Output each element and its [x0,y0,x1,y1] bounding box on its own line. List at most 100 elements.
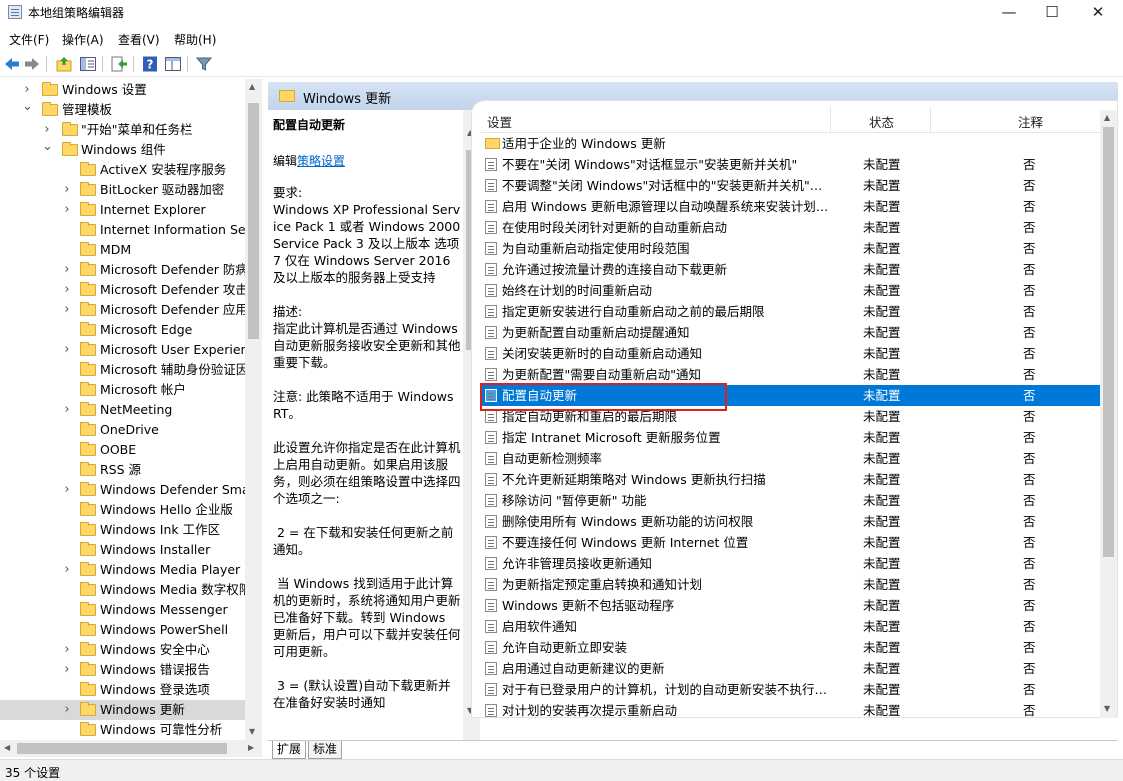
settings-row[interactable]: Windows 更新不包括驱动程序 未配置 否 [480,595,1100,616]
scroll-thumb[interactable] [248,103,259,339]
column-note[interactable]: 注释 [1018,112,1043,131]
collapse-chevron-icon[interactable]: ⌄ [22,100,33,117]
scroll-down-arrow-icon[interactable]: ▼ [249,727,255,736]
settings-row[interactable]: 允许非管理员接收更新通知 未配置 否 [480,553,1100,574]
settings-row[interactable]: 自动更新检测频率 未配置 否 [480,448,1100,469]
tree-item[interactable]: › NetMeeting [0,400,248,420]
expand-chevron-icon[interactable]: › [62,280,72,300]
export-list-icon[interactable] [110,55,128,73]
settings-row[interactable]: 允许自动更新立即安装 未配置 否 [480,637,1100,658]
tree-item[interactable]: › Windows Defender Smar [0,480,248,500]
settings-row[interactable]: 对于有已登录用户的计算机，计划的自动更新安装不执行重... 未配置 否 [480,679,1100,700]
menu-file[interactable]: 文件(F) [9,31,49,48]
settings-row[interactable]: 指定更新安装进行自动重新启动之前的最后期限 未配置 否 [480,301,1100,322]
expand-chevron-icon[interactable]: › [62,700,72,720]
edit-policy-link[interactable]: 策略设置 [297,154,345,168]
settings-row[interactable]: 不要调整"关闭 Windows"对话框中的"安装更新并关机"的默... 未配置 否 [480,175,1100,196]
tree-item[interactable]: › "开始"菜单和任务栏 [0,120,248,140]
tree-item[interactable]: ActiveX 安装程序服务 [0,160,248,180]
settings-row[interactable]: 移除访问 "暂停更新" 功能 未配置 否 [480,490,1100,511]
tree-item[interactable]: OneDrive [0,420,248,440]
tree-item[interactable]: Microsoft 帐户 [0,380,248,400]
tree-item[interactable]: Internet Information Serv [0,220,248,240]
column-separator[interactable] [930,107,931,133]
tree-item[interactable]: Windows Messenger [0,600,248,620]
menu-view[interactable]: 查看(V) [118,31,160,48]
settings-row[interactable]: 不允许更新延期策略对 Windows 更新执行扫描 未配置 否 [480,469,1100,490]
collapse-chevron-icon[interactable]: ⌄ [42,140,53,157]
expand-chevron-icon[interactable]: › [62,340,72,360]
expand-chevron-icon[interactable]: › [62,180,72,200]
expand-chevron-icon[interactable]: › [62,260,72,280]
settings-row[interactable]: 在使用时段关闭针对更新的自动重新启动 未配置 否 [480,217,1100,238]
tree-item[interactable]: › Internet Explorer [0,200,248,220]
expand-chevron-icon[interactable]: › [62,560,72,580]
scroll-up-arrow-icon[interactable]: ▲ [249,82,255,91]
settings-vertical-scrollbar[interactable]: ▲ ▼ [1100,110,1117,718]
tree-item[interactable]: RSS 源 [0,460,248,480]
settings-row[interactable]: 始终在计划的时间重新启动 未配置 否 [480,280,1100,301]
tree-item-selected[interactable]: › Windows 更新 [0,700,248,720]
tree-horizontal-scrollbar[interactable]: ◀ ▶ [0,740,262,757]
tab-extended[interactable]: 扩展 [272,741,307,759]
tree-item[interactable]: Windows Ink 工作区 [0,520,248,540]
tree-item[interactable]: Windows 可靠性分析 [0,720,248,740]
tree-item[interactable]: Windows Hello 企业版 [0,500,248,520]
maximize-button[interactable]: ☐ [1029,0,1075,26]
expand-chevron-icon[interactable]: › [62,640,72,660]
tree-item[interactable]: › BitLocker 驱动器加密 [0,180,248,200]
settings-row[interactable]: 为自动重新启动指定使用时段范围 未配置 否 [480,238,1100,259]
tree-item[interactable]: › Windows Media Player [0,560,248,580]
scroll-down-arrow-icon[interactable]: ▼ [1104,704,1110,713]
tree-item[interactable]: ⌄ 管理模板 [0,100,248,120]
expand-chevron-icon[interactable]: › [62,400,72,420]
settings-row[interactable]: 删除使用所有 Windows 更新功能的访问权限 未配置 否 [480,511,1100,532]
expand-chevron-icon[interactable]: › [62,300,72,320]
scroll-thumb[interactable] [1103,127,1114,557]
tree-item[interactable]: › Microsoft User Experienc [0,340,248,360]
settings-row[interactable]: 为更新指定预定重启转换和通知计划 未配置 否 [480,574,1100,595]
tree-item[interactable]: Windows Media 数字权限 [0,580,248,600]
forward-arrow-icon[interactable] [23,55,41,73]
column-state[interactable]: 状态 [869,112,894,131]
tree-item[interactable]: Windows Installer [0,540,248,560]
settings-row[interactable]: 启用软件通知 未配置 否 [480,616,1100,637]
scroll-thumb[interactable] [17,743,227,754]
settings-row[interactable]: 启用 Windows 更新电源管理以自动唤醒系统来安装计划的... 未配置 否 [480,196,1100,217]
settings-row[interactable]: 允许通过按流量计费的连接自动下载更新 未配置 否 [480,259,1100,280]
expand-chevron-icon[interactable]: › [22,80,32,100]
up-folder-icon[interactable] [55,55,73,73]
help-icon[interactable]: ? [141,55,159,73]
scroll-up-arrow-icon[interactable]: ▲ [1104,113,1110,122]
tree-item[interactable]: Microsoft 辅助身份验证因 [0,360,248,380]
tree-item[interactable]: › Windows 设置 [0,80,248,100]
expand-chevron-icon[interactable]: › [42,120,52,140]
column-separator[interactable] [830,107,831,133]
settings-row[interactable]: 启用通过自动更新建议的更新 未配置 否 [480,658,1100,679]
scroll-left-arrow-icon[interactable]: ◀ [4,743,10,752]
column-setting[interactable]: 设置 [487,112,512,131]
menu-action[interactable]: 操作(A) [62,31,104,48]
tree-item[interactable]: MDM [0,240,248,260]
tree-item[interactable]: OOBE [0,440,248,460]
settings-row[interactable]: 对计划的安装再次提示重新启动 未配置 否 [480,700,1100,721]
settings-row[interactable]: 指定 Intranet Microsoft 更新服务位置 未配置 否 [480,427,1100,448]
settings-folder-row[interactable]: 适用于企业的 Windows 更新 [480,133,1100,154]
minimize-button[interactable]: — [986,0,1032,26]
settings-row[interactable]: 为更新配置"需要自动重新启动"通知 未配置 否 [480,364,1100,385]
close-button[interactable]: ✕ [1075,0,1121,26]
tree-vertical-scrollbar[interactable]: ▲ ▼ [245,79,262,740]
tree-item[interactable]: › Microsoft Defender 应用 [0,300,248,320]
tree-item[interactable]: Windows 登录选项 [0,680,248,700]
tree-item[interactable]: Windows PowerShell [0,620,248,640]
settings-row[interactable]: 关闭安装更新时的自动重新启动通知 未配置 否 [480,343,1100,364]
settings-row[interactable]: 不要连接任何 Windows 更新 Internet 位置 未配置 否 [480,532,1100,553]
tree-item[interactable]: Microsoft Edge [0,320,248,340]
tab-standard[interactable]: 标准 [308,741,343,759]
settings-row[interactable]: 不要在"关闭 Windows"对话框显示"安装更新并关机" 未配置 否 [480,154,1100,175]
settings-row[interactable]: 为更新配置自动重新启动提醒通知 未配置 否 [480,322,1100,343]
extended-view-icon[interactable] [164,55,182,73]
tree-item[interactable]: › Microsoft Defender 攻击 [0,280,248,300]
tree-item[interactable]: › Windows 安全中心 [0,640,248,660]
tree-item[interactable]: › Windows 错误报告 [0,660,248,680]
